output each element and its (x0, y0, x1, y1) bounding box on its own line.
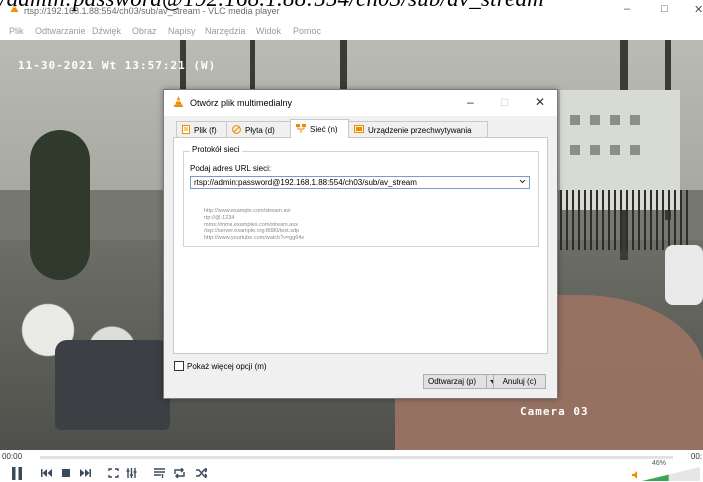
menu-obraz[interactable]: Obraz (132, 26, 157, 36)
previous-icon (41, 469, 52, 477)
play-button[interactable]: Odtwarzaj (p) (423, 374, 500, 389)
menu-odtwarzanie[interactable]: Odtwarzanie (35, 26, 86, 36)
shuffle-button[interactable] (194, 466, 208, 480)
capture-device-icon (354, 125, 364, 135)
fence (560, 190, 690, 250)
volume-percent: 46% (652, 460, 667, 467)
network-protocol-group: Protokół sieci Podaj adres URL sieci: rt… (183, 145, 539, 247)
camera-label: Camera 03 (520, 405, 589, 418)
url-label: Podaj adres URL sieci: (190, 164, 272, 173)
url-examples: http://www.example.com/stream.avi rtp://… (204, 208, 304, 242)
seek-bar[interactable] (40, 456, 673, 459)
tab-file-label: Plik (f) (194, 125, 217, 135)
tab-file[interactable]: Plik (f) (176, 121, 227, 138)
cancel-button[interactable]: Anuluj (c) (493, 374, 546, 389)
previous-button[interactable] (40, 466, 54, 480)
menu-napisy[interactable]: Napisy (168, 26, 196, 36)
dialog-title: Otwórz plik multimedialny (190, 98, 293, 108)
tab-capture-device[interactable]: Urządzenie przechwytywania (348, 121, 488, 138)
tab-disc-label: Płyta (d) (245, 125, 275, 135)
equalizer-icon (126, 468, 136, 478)
url-example: http://www.yourtube.com/watch?v=gg64x (204, 235, 305, 242)
menu-pomoc[interactable]: Pomoc (293, 26, 321, 36)
tab-network[interactable]: Sieć (n) (290, 119, 349, 138)
dialog-minimize-button[interactable]: – (467, 95, 474, 109)
network-protocol-label: Protokół sieci (190, 145, 242, 154)
dialog-titlebar: Otwórz plik multimedialny – □ ✕ (164, 90, 557, 116)
fullscreen-button[interactable] (106, 466, 120, 480)
playback-controls: 46% (0, 460, 703, 482)
network-icon (296, 123, 306, 135)
stop-icon (62, 469, 70, 477)
fullscreen-icon (107, 468, 119, 478)
disc-icon (232, 124, 241, 136)
url-input-value: rtsp://admin:password@192.168.1.88:554/c… (194, 178, 417, 187)
evergreen-tree (30, 130, 90, 280)
tab-capture-device-label: Urządzenie przechwytywania (368, 125, 472, 135)
menu-widok[interactable]: Widok (256, 26, 281, 36)
camera-timestamp: 11-30-2021 Wt 13:57:21 (W) (18, 59, 217, 72)
checkbox-box[interactable] (174, 361, 184, 371)
url-example: rtp://@:1234 (204, 214, 235, 221)
total-time: 00: (690, 452, 702, 461)
url-example: rtsp://server.example.org:8080/test.sdp (204, 228, 300, 235)
more-options-label: Pokaż więcej opcji (m) (187, 361, 267, 371)
open-media-dialog: Otwórz plik multimedialny – □ ✕ Plik (f)… (163, 89, 558, 399)
next-icon (80, 469, 91, 477)
close-button[interactable]: ✕ (694, 3, 703, 16)
pause-icon (12, 466, 22, 480)
window-titlebar: rtsp://192.168.1.88:554/ch03/sub/av_stre… (0, 0, 703, 20)
loop-icon (173, 468, 185, 478)
dialog-maximize-button[interactable]: □ (501, 95, 508, 109)
loop-button[interactable] (172, 466, 186, 480)
menu-dzwiek[interactable]: Dźwięk (92, 26, 121, 36)
url-example: mms://mms.examples.com/stream.asx (204, 221, 298, 228)
menu-plik[interactable]: Plik (9, 26, 24, 36)
maximize-button[interactable]: □ (661, 3, 668, 15)
playlist-icon (153, 468, 165, 478)
more-options-checkbox[interactable]: Pokaż więcej opcji (m) (174, 361, 267, 371)
play-button-label: Odtwarzaj (p) (428, 377, 477, 386)
speaker-icon (632, 471, 637, 479)
white-car (665, 245, 703, 305)
playlist-button[interactable] (152, 466, 166, 480)
minimize-button[interactable]: – (624, 3, 630, 15)
parked-car (55, 340, 170, 430)
elapsed-time: 00:00 (2, 452, 23, 461)
file-icon (182, 124, 190, 136)
pause-button[interactable] (10, 466, 24, 480)
url-input[interactable]: rtsp://admin:password@192.168.1.88:554/c… (190, 176, 530, 189)
tab-network-label: Sieć (n) (310, 124, 338, 134)
tab-disc[interactable]: Płyta (d) (226, 121, 291, 138)
extended-settings-button[interactable] (124, 466, 138, 480)
menu-bar: Plik Odtwarzanie Dźwięk Obraz Napisy Nar… (0, 20, 703, 40)
network-panel: Protokół sieci Podaj adres URL sieci: rt… (173, 137, 548, 354)
vlc-cone-icon (173, 96, 184, 110)
next-button[interactable] (78, 466, 92, 480)
chevron-down-icon[interactable] (519, 178, 526, 187)
url-example: http://www.example.com/stream.avi (204, 208, 291, 214)
volume-slider (642, 467, 700, 481)
dialog-close-button[interactable]: ✕ (535, 95, 545, 109)
stop-button[interactable] (60, 466, 72, 480)
seek-row: 00:00 00: (0, 450, 703, 464)
volume-control[interactable]: 46% (630, 460, 700, 482)
shuffle-icon (195, 468, 207, 478)
menu-narzedzia[interactable]: Narzędzia (205, 26, 246, 36)
window-title-overlay: /admin:password@192.168.1.88:554/ch03/su… (0, 0, 544, 12)
